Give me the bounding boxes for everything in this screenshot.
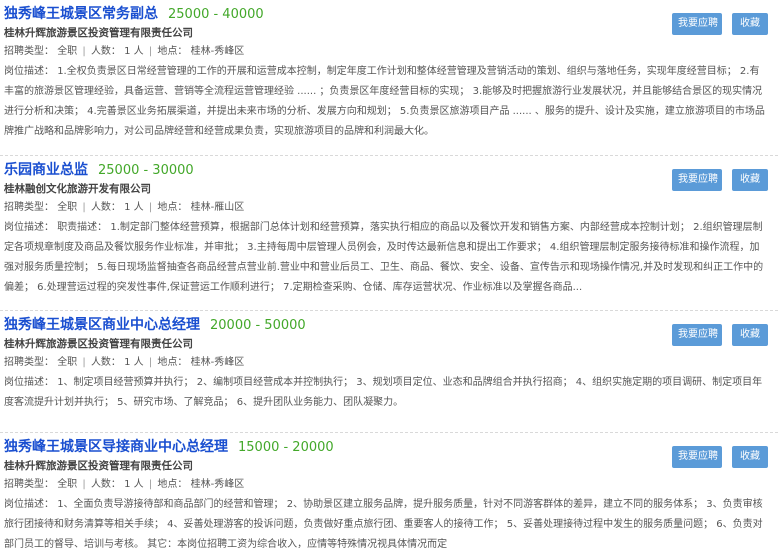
job-desc-text: 1.全权负责景区日常经营管理的工作的开展和运营成本控制，制定年度工作计划和整体经…	[4, 66, 765, 137]
job-location: 地点： 桂林-秀峰区	[157, 479, 245, 490]
job-location: 地点： 桂林-雁山区	[157, 202, 245, 213]
job-description: 岗位描述： 1、全面负责导游接待部和商品部门的经营和管理； 2、协助景区建立服务…	[4, 495, 768, 555]
company-name: 桂林融创文化旅游开发有限公司	[4, 183, 151, 195]
apply-button[interactable]: 我要应聘	[672, 446, 722, 468]
job-type-label: 招聘类型：	[4, 46, 54, 57]
company-name: 桂林升辉旅游景区投资管理有限责任公司	[4, 338, 193, 350]
job-desc-text: 1、全面负责导游接待部和商品部门的经营和管理； 2、协助景区建立服务品牌，提升服…	[4, 499, 763, 550]
job-title-link[interactable]: 独秀峰王城景区导接商业中心总经理	[4, 439, 228, 455]
meta-separator: |	[148, 46, 153, 57]
job-item: 独秀峰王城景区商业中心总经理 20000 - 50000 桂林升辉旅游景区投资管理…	[0, 311, 778, 433]
job-description: 岗位描述： 职责描述： 1.制定部门整体经营预算，根据部门总体计划和经营预算，落…	[4, 218, 768, 298]
job-desc-text: 职责描述： 1.制定部门整体经营预算，根据部门总体计划和经营预算，落实执行相应的…	[4, 222, 764, 293]
job-desc-label: 岗位描述：	[4, 377, 54, 388]
favorite-button[interactable]: 收藏	[732, 169, 768, 191]
company-name: 桂林升辉旅游景区投资管理有限责任公司	[4, 27, 193, 39]
job-salary: 20000 - 50000	[210, 318, 306, 333]
job-salary: 15000 - 20000	[238, 440, 334, 455]
job-desc-label: 岗位描述：	[4, 222, 54, 233]
job-desc-label: 岗位描述：	[4, 499, 54, 510]
job-item: 独秀峰王城景区导接商业中心总经理 15000 - 20000 桂林升辉旅游景区投资…	[0, 433, 778, 557]
job-title-link[interactable]: 独秀峰王城景区常务副总	[4, 6, 158, 22]
job-meta: 招聘类型： 全职 | 人数： 1 人 | 地点： 桂林-秀峰区	[4, 476, 778, 494]
job-list: 独秀峰王城景区常务副总 25000 - 40000 桂林升辉旅游景区投资管理有限责…	[0, 0, 778, 557]
job-description: 岗位描述： 1.全权负责景区日常经营管理的工作的开展和运营成本控制，制定年度工作…	[4, 62, 768, 142]
job-type-value: 全职	[57, 479, 78, 490]
job-headcount: 人数： 1 人	[90, 46, 144, 57]
job-meta: 招聘类型： 全职 | 人数： 1 人 | 地点： 桂林-秀峰区	[4, 354, 778, 372]
meta-separator: |	[82, 46, 86, 57]
job-headcount: 人数： 1 人	[90, 202, 144, 213]
job-type-label: 招聘类型：	[4, 479, 54, 490]
apply-button[interactable]: 我要应聘	[672, 324, 722, 346]
job-title-row: 独秀峰王城景区常务副总 25000 - 40000	[4, 2, 778, 24]
job-actions: 我要应聘 收藏	[672, 169, 768, 191]
job-type-label: 招聘类型：	[4, 357, 54, 368]
meta-separator: |	[82, 357, 86, 368]
job-actions: 我要应聘 收藏	[672, 446, 768, 468]
meta-separator: |	[82, 202, 86, 213]
job-item: 独秀峰王城景区常务副总 25000 - 40000 桂林升辉旅游景区投资管理有限责…	[0, 0, 778, 156]
job-type-label: 招聘类型：	[4, 202, 54, 213]
job-type-value: 全职	[57, 357, 78, 368]
favorite-button[interactable]: 收藏	[732, 13, 768, 35]
job-actions: 我要应聘 收藏	[672, 324, 768, 346]
job-headcount: 人数： 1 人	[90, 357, 144, 368]
meta-separator: |	[148, 202, 153, 213]
company-name: 桂林升辉旅游景区投资管理有限责任公司	[4, 460, 193, 472]
job-title-link[interactable]: 乐园商业总监	[4, 162, 88, 178]
job-location: 地点： 桂林-秀峰区	[157, 46, 245, 57]
job-type-value: 全职	[57, 46, 78, 57]
meta-separator: |	[82, 479, 86, 490]
apply-button[interactable]: 我要应聘	[672, 169, 722, 191]
job-type-value: 全职	[57, 202, 78, 213]
job-title-link[interactable]: 独秀峰王城景区商业中心总经理	[4, 317, 200, 333]
job-meta: 招聘类型： 全职 | 人数： 1 人 | 地点： 桂林-秀峰区	[4, 43, 778, 61]
job-location: 地点： 桂林-秀峰区	[157, 357, 245, 368]
job-desc-text: 1、制定项目经营预算并执行； 2、编制项目经营成本并控制执行； 3、规划项目定位…	[4, 377, 763, 408]
job-meta: 招聘类型： 全职 | 人数： 1 人 | 地点： 桂林-雁山区	[4, 199, 778, 217]
job-salary: 25000 - 30000	[98, 163, 194, 178]
favorite-button[interactable]: 收藏	[732, 446, 768, 468]
meta-separator: |	[148, 479, 153, 490]
job-salary: 25000 - 40000	[168, 7, 264, 22]
job-title-row: 独秀峰王城景区导接商业中心总经理 15000 - 20000	[4, 435, 778, 457]
job-title-row: 乐园商业总监 25000 - 30000	[4, 158, 778, 180]
job-actions: 我要应聘 收藏	[672, 13, 768, 35]
job-desc-label: 岗位描述：	[4, 66, 54, 77]
favorite-button[interactable]: 收藏	[732, 324, 768, 346]
meta-separator: |	[148, 357, 153, 368]
job-title-row: 独秀峰王城景区商业中心总经理 20000 - 50000	[4, 313, 778, 335]
apply-button[interactable]: 我要应聘	[672, 13, 722, 35]
job-headcount: 人数： 1 人	[90, 479, 144, 490]
job-description: 岗位描述： 1、制定项目经营预算并执行； 2、编制项目经营成本并控制执行； 3、…	[4, 373, 768, 413]
job-item: 乐园商业总监 25000 - 30000 桂林融创文化旅游开发有限公司 招聘类型：…	[0, 156, 778, 311]
